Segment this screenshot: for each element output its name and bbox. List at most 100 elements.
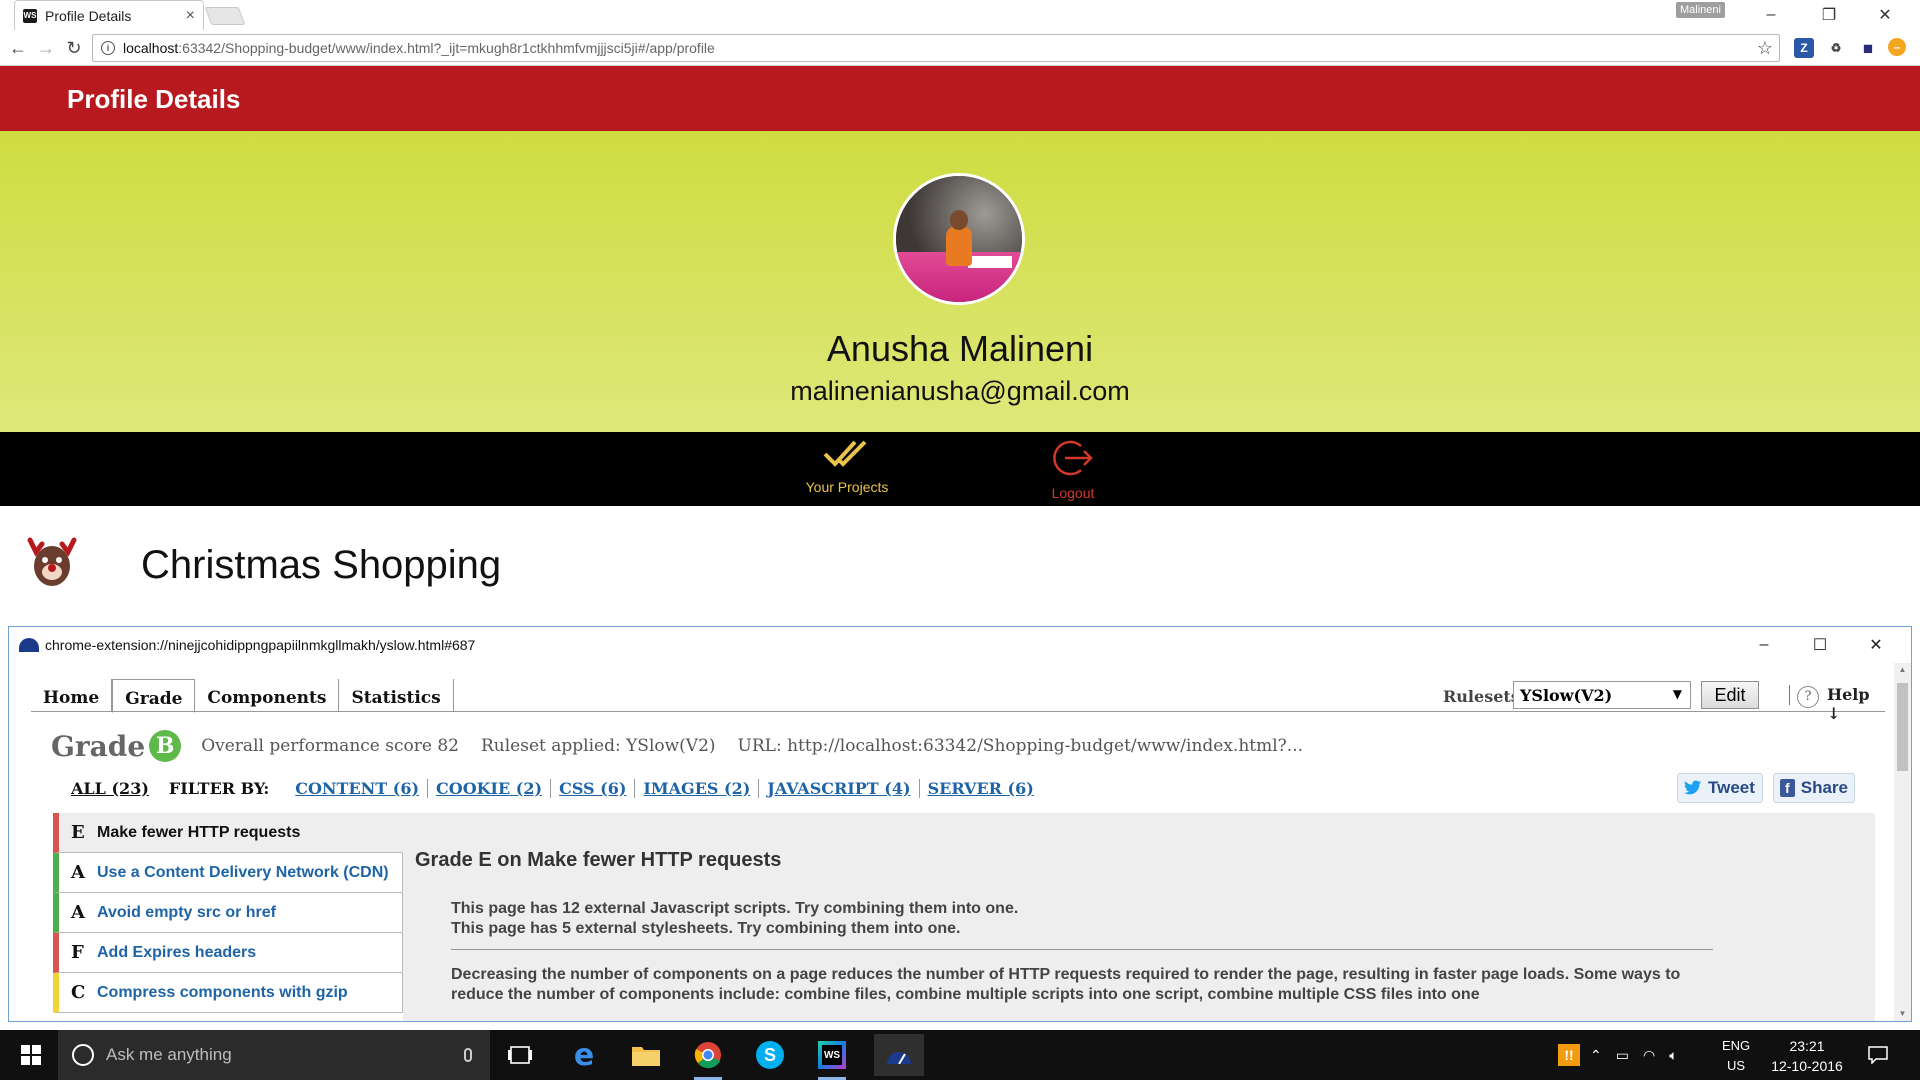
cortana-search[interactable]: Ask me anything bbox=[58, 1030, 490, 1080]
tab-grade[interactable]: Grade bbox=[112, 679, 196, 713]
user-name: Anusha Malineni bbox=[826, 328, 1094, 369]
tabs-divider bbox=[31, 711, 1885, 712]
chrome-icon[interactable] bbox=[688, 1038, 728, 1080]
filter-images[interactable]: IMAGES (2) bbox=[635, 779, 760, 798]
minimize-icon[interactable]: – bbox=[1749, 633, 1779, 657]
back-arrow-icon[interactable]: ← bbox=[6, 36, 30, 60]
reload-icon[interactable]: ↻ bbox=[62, 36, 86, 60]
tab-statistics[interactable]: Statistics bbox=[339, 679, 454, 711]
rule-item[interactable]: F Add Expires headers bbox=[53, 933, 403, 973]
ruleset-value: YSlow(V2) bbox=[1520, 686, 1613, 705]
action-center-icon[interactable] bbox=[1868, 1030, 1888, 1080]
rule-grade: A bbox=[71, 862, 85, 883]
rule-title[interactable]: Add Expires headers bbox=[97, 944, 256, 962]
logout-button[interactable]: Logout bbox=[1003, 438, 1143, 501]
minimize-icon[interactable]: – bbox=[1748, 0, 1794, 30]
avatar bbox=[893, 173, 1025, 305]
filter-all[interactable]: ALL (23) bbox=[71, 779, 149, 798]
clock-time: 23:21 bbox=[1789, 1038, 1825, 1054]
address-bar[interactable]: i localhost:63342/Shopping-budget/www/in… bbox=[92, 34, 1780, 62]
yslow-taskbar-icon[interactable] bbox=[874, 1034, 924, 1076]
file-explorer-icon[interactable] bbox=[626, 1038, 666, 1072]
notification-badge-icon[interactable]: !! bbox=[1558, 1044, 1580, 1066]
webstorm-favicon-icon: WS bbox=[23, 8, 37, 23]
info-icon[interactable]: i bbox=[101, 41, 115, 55]
new-tab-button[interactable] bbox=[204, 7, 246, 25]
blocker-extension-icon[interactable]: – bbox=[1888, 38, 1906, 56]
rule-detail-messages: This page has 12 external Javascript scr… bbox=[451, 900, 1019, 937]
restore-icon[interactable]: ❐ bbox=[1806, 0, 1852, 30]
rule-item[interactable]: A Use a Content Delivery Network (CDN) bbox=[53, 853, 403, 893]
filter-css[interactable]: CSS (6) bbox=[551, 779, 636, 798]
filter-cookie[interactable]: COOKIE (2) bbox=[428, 779, 552, 798]
forward-arrow-icon[interactable]: → bbox=[34, 36, 58, 60]
scrollbar[interactable]: ▲ ▼ bbox=[1894, 663, 1911, 1021]
bookmark-star-icon[interactable]: ☆ bbox=[1757, 38, 1773, 59]
yslow-extension-icon[interactable]: ◼ bbox=[1858, 38, 1878, 58]
rule-item[interactable]: E Make fewer HTTP requests bbox=[53, 813, 403, 853]
filter-content[interactable]: CONTENT (6) bbox=[287, 779, 429, 798]
rule-title[interactable]: Use a Content Delivery Network (CDN) bbox=[97, 864, 389, 882]
rule-item[interactable]: A Avoid empty src or href bbox=[53, 893, 403, 933]
your-projects-label: Your Projects bbox=[805, 479, 889, 495]
battery-icon[interactable]: ▭ bbox=[1616, 1047, 1629, 1064]
rule-detail-panel: Grade E on Make fewer HTTP requests This… bbox=[403, 813, 1875, 1021]
wifi-icon[interactable]: ◠ bbox=[1643, 1047, 1655, 1064]
profile-badge[interactable]: Malineni bbox=[1676, 2, 1725, 18]
url-text[interactable]: localhost:63342/Shopping-budget/www/inde… bbox=[123, 40, 1757, 56]
help-menu[interactable]: Help ↓ bbox=[1827, 685, 1887, 723]
edit-button[interactable]: Edit bbox=[1701, 681, 1759, 709]
rule-title[interactable]: Avoid empty src or href bbox=[97, 904, 276, 922]
recycle-extension-icon[interactable]: ♻ bbox=[1826, 38, 1846, 58]
filter-server[interactable]: SERVER (6) bbox=[920, 779, 1042, 798]
project-title[interactable]: Christmas Shopping bbox=[141, 543, 501, 588]
maximize-icon[interactable]: ☐ bbox=[1805, 633, 1835, 657]
user-email: malinenianusha@gmail.com bbox=[790, 376, 1130, 406]
windows-taskbar: Ask me anything e S WS !! ⌃ ▭ ◠ 🔈︎ ENG U… bbox=[0, 1030, 1920, 1080]
tab-profile-details[interactable]: WS Profile Details × bbox=[14, 0, 204, 30]
detail-divider bbox=[451, 949, 1713, 950]
skype-icon[interactable]: S bbox=[750, 1038, 790, 1072]
your-projects-button[interactable]: Your Projects bbox=[777, 438, 917, 495]
volume-icon[interactable]: 🔈︎ bbox=[1669, 1047, 1677, 1064]
filter-bar: ALL (23) FILTER BY: CONTENT (6) COOKIE (… bbox=[71, 779, 1042, 798]
tab-components[interactable]: Components bbox=[195, 679, 340, 711]
ruleset-select[interactable]: YSlow(V2) ▼ bbox=[1513, 681, 1691, 709]
page-title: Profile Details bbox=[67, 84, 241, 114]
tab-home[interactable]: Home bbox=[31, 679, 113, 711]
show-hidden-icons[interactable]: ⌃ bbox=[1590, 1047, 1602, 1064]
filter-javascript[interactable]: JAVASCRIPT (4) bbox=[759, 779, 920, 798]
clock-date: 12-10-2016 bbox=[1771, 1058, 1843, 1074]
rule-item[interactable]: C Compress components with gzip bbox=[53, 973, 403, 1013]
project-row[interactable]: Christmas Shopping bbox=[0, 506, 1920, 626]
divider bbox=[1789, 685, 1790, 705]
webstorm-icon[interactable]: WS bbox=[812, 1038, 852, 1080]
close-window-icon[interactable]: ✕ bbox=[1862, 0, 1908, 30]
help-question-icon[interactable]: ? bbox=[1797, 686, 1819, 708]
scrollbar-thumb[interactable] bbox=[1897, 683, 1908, 771]
cortana-icon bbox=[72, 1044, 94, 1066]
zotero-extension-icon[interactable]: Z bbox=[1794, 38, 1814, 58]
address-toolbar: ← → ↻ i localhost:63342/Shopping-budget/… bbox=[0, 30, 1920, 66]
tab-title: Profile Details bbox=[45, 7, 132, 24]
edge-icon[interactable]: e bbox=[564, 1038, 604, 1073]
rule-title[interactable]: Compress components with gzip bbox=[97, 984, 348, 1002]
task-view-icon[interactable] bbox=[500, 1038, 540, 1072]
clock[interactable]: 23:21 12-10-2016 bbox=[1760, 1036, 1854, 1076]
grade-summary: Grade B Overall performance score 82 Rul… bbox=[51, 729, 1325, 763]
microphone-icon[interactable] bbox=[464, 1048, 472, 1062]
input-language[interactable]: ENG US bbox=[1722, 1036, 1750, 1076]
rule-grade: C bbox=[71, 982, 86, 1003]
search-placeholder: Ask me anything bbox=[106, 1045, 232, 1064]
rule-title: Make fewer HTTP requests bbox=[97, 823, 301, 841]
rule-grade: A bbox=[71, 902, 85, 923]
browser-tabstrip: WS Profile Details × Malineni – ❐ ✕ bbox=[0, 0, 1920, 30]
windows-logo-icon bbox=[21, 1045, 41, 1065]
reindeer-icon bbox=[27, 537, 77, 586]
tweet-button[interactable]: Tweet bbox=[1677, 773, 1763, 803]
tab-close-icon[interactable]: × bbox=[186, 7, 195, 25]
share-button[interactable]: f Share bbox=[1773, 773, 1855, 803]
start-button[interactable] bbox=[8, 1030, 54, 1080]
close-icon[interactable]: ✕ bbox=[1861, 633, 1891, 657]
profile-section: Anusha Malineni malinenianusha@gmail.com bbox=[0, 131, 1920, 432]
